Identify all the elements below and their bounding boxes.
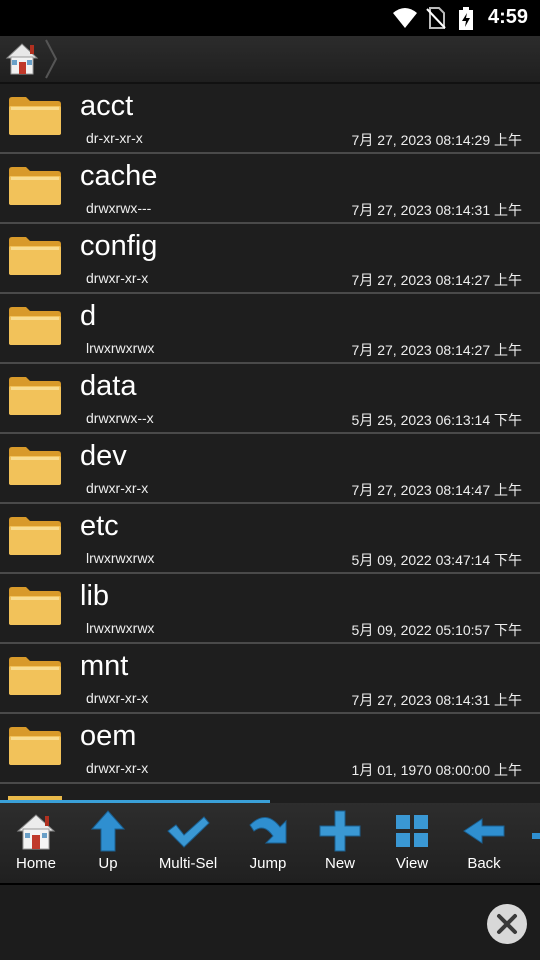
file-date: 7月 27, 2023 08:14:27 上午 — [351, 342, 522, 358]
file-permissions: drwxr-xr-x — [86, 690, 149, 706]
list-item[interactable]: dev drwxr-xr-x 7月 27, 2023 08:14:47 上午 — [0, 434, 540, 504]
folder-icon — [9, 237, 61, 275]
view-label: View — [395, 855, 429, 872]
jump-arrow-icon — [249, 817, 287, 844]
file-name: lib — [80, 580, 110, 612]
jump-label: Jump — [249, 855, 287, 872]
no-sim-icon — [426, 7, 446, 29]
list-item[interactable]: d lrwxrwxrwx 7月 27, 2023 08:14:27 上午 — [0, 294, 540, 364]
status-bar: 4:59 — [0, 0, 540, 36]
file-name: etc — [80, 510, 119, 542]
file-name: dev — [80, 440, 127, 472]
file-permissions: lrwxrwxrwx — [86, 340, 155, 356]
file-date: 7月 27, 2023 08:14:31 上午 — [351, 202, 522, 218]
list-item[interactable]: data drwxrwx--x 5月 25, 2023 06:13:14 下午 — [0, 364, 540, 434]
list-item[interactable]: acct dr-xr-xr-x 7月 27, 2023 08:14:29 上午 — [0, 84, 540, 154]
up-button[interactable]: Up — [72, 803, 144, 883]
folder-icon — [9, 727, 61, 765]
folder-icon — [9, 377, 61, 415]
file-permissions: drwxr-xr-x — [86, 480, 149, 496]
multi-select-button[interactable]: Multi-Sel — [152, 803, 224, 883]
folder-icon — [9, 517, 61, 555]
file-date: 5月 09, 2022 05:10:57 下午 — [351, 622, 522, 638]
list-item[interactable]: config drwxr-xr-x 7月 27, 2023 08:14:27 上… — [0, 224, 540, 294]
list-item[interactable]: etc lrwxrwxrwx 5月 09, 2022 03:47:14 下午 — [0, 504, 540, 574]
toolbar: Home Up Multi-Sel Jump New View Back — [0, 803, 540, 885]
folder-icon — [9, 587, 61, 625]
jump-button[interactable]: Jump — [232, 803, 304, 883]
file-date: 5月 09, 2022 03:47:14 下午 — [351, 552, 522, 568]
new-label: New — [324, 855, 355, 872]
home-icon — [16, 814, 56, 850]
folder-icon — [9, 307, 61, 345]
close-button[interactable] — [487, 904, 527, 944]
back-button[interactable]: Back — [448, 803, 520, 883]
file-permissions: drwxr-xr-x — [86, 760, 149, 776]
multi-select-label: Multi-Sel — [158, 855, 218, 872]
file-name: cache — [80, 160, 158, 192]
folder-icon — [9, 97, 61, 135]
list-item[interactable]: lib lrwxrwxrwx 5月 09, 2022 05:10:57 下午 — [0, 574, 540, 644]
file-name: oem — [80, 720, 137, 752]
view-button[interactable]: View — [376, 803, 448, 883]
file-permissions: drwxrwx--x — [86, 410, 154, 426]
file-date: 7月 27, 2023 08:14:31 上午 — [351, 692, 522, 708]
home-label: Home — [15, 855, 56, 872]
arrow-up-icon — [90, 810, 126, 852]
file-permissions: drwxrwx--- — [86, 200, 152, 216]
path-bar — [0, 36, 540, 84]
folder-icon — [9, 657, 61, 695]
list-item[interactable]: mnt drwxr-xr-x 7月 27, 2023 08:14:31 上午 — [0, 644, 540, 714]
folder-icon — [9, 447, 61, 485]
breadcrumb-chevron-icon — [45, 39, 58, 79]
file-list: acct dr-xr-xr-x 7月 27, 2023 08:14:29 上午 … — [0, 84, 540, 800]
arrow-left-icon — [463, 818, 505, 844]
file-name: config — [80, 230, 158, 262]
grid-view-icon — [396, 815, 428, 847]
plus-icon — [319, 810, 361, 852]
file-permissions: lrwxrwxrwx — [86, 550, 155, 566]
wifi-icon — [393, 8, 417, 28]
back-label: Back — [467, 855, 501, 872]
file-name: mnt — [80, 650, 129, 682]
bottom-area — [0, 885, 540, 960]
up-label: Up — [98, 855, 118, 872]
file-permissions: drwxr-xr-x — [86, 270, 149, 286]
checkmark-icon — [167, 816, 210, 848]
file-date: 1月 01, 1970 08:00:00 上午 — [351, 762, 522, 778]
file-name: d — [80, 300, 97, 332]
file-name: data — [80, 370, 137, 402]
list-item[interactable]: cache drwxrwx--- 7月 27, 2023 08:14:31 上午 — [0, 154, 540, 224]
file-date: 7月 27, 2023 08:14:29 上午 — [351, 132, 522, 148]
file-date: 7月 27, 2023 08:14:47 上午 — [351, 482, 522, 498]
list-item[interactable]: oem drwxr-xr-x 1月 01, 1970 08:00:00 上午 — [0, 714, 540, 784]
overflow-arrow-icon[interactable] — [532, 829, 540, 843]
file-name: acct — [80, 90, 134, 122]
file-date: 5月 25, 2023 06:13:14 下午 — [351, 412, 522, 428]
file-permissions: lrwxrwxrwx — [86, 620, 155, 636]
status-time: 4:59 — [487, 6, 528, 28]
new-button[interactable]: New — [304, 803, 376, 883]
home-icon[interactable] — [4, 40, 40, 76]
folder-icon — [9, 167, 61, 205]
home-button[interactable]: Home — [0, 803, 72, 883]
battery-charging-icon — [459, 7, 473, 30]
file-permissions: dr-xr-xr-x — [86, 130, 143, 146]
close-icon — [497, 914, 517, 934]
file-date: 7月 27, 2023 08:14:27 上午 — [351, 272, 522, 288]
